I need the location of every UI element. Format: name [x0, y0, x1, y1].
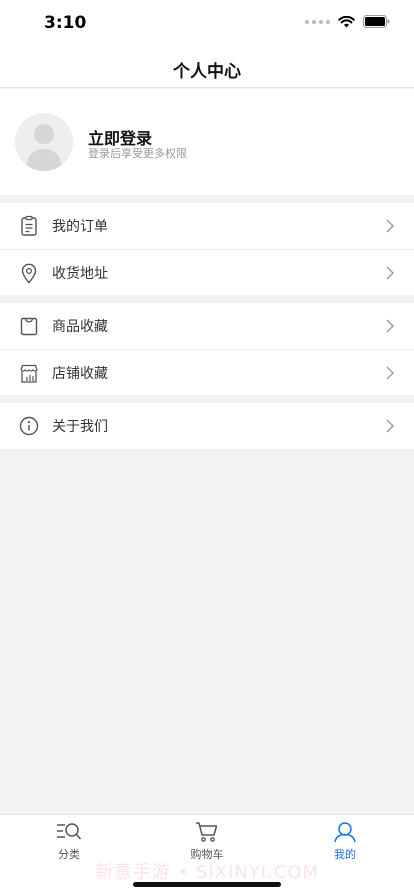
login-header[interactable]: 立即登录 登录后享受更多权限	[0, 89, 414, 195]
menu-item-label: 商品收藏	[52, 319, 108, 335]
tab-mine[interactable]: 我的	[315, 821, 375, 862]
menu-item-label: 收货地址	[52, 265, 108, 282]
menu-item-label: 店铺收藏	[52, 365, 108, 382]
chevron-right-icon	[386, 366, 394, 380]
tab-label: 我的	[334, 848, 356, 861]
store-icon	[20, 364, 38, 383]
status-indicators	[305, 15, 390, 28]
menu-group-about: 关于我们	[0, 403, 414, 449]
menu-item-product-favorites[interactable]: 商品收藏	[0, 303, 414, 349]
status-time: 3:10	[44, 13, 87, 33]
user-icon	[334, 822, 356, 843]
home-indicator[interactable]	[133, 882, 281, 887]
avatar[interactable]	[15, 113, 73, 171]
chevron-right-icon	[386, 419, 394, 433]
menu-item-label: 我的订单	[52, 219, 108, 235]
menu-item-label: 关于我们	[52, 419, 108, 435]
order-list-icon	[21, 215, 37, 236]
battery-icon	[363, 15, 390, 28]
tab-cart[interactable]: 购物车	[177, 821, 237, 862]
chevron-right-icon	[386, 219, 394, 233]
location-pin-icon	[21, 263, 37, 284]
tab-bar: 分类 购物车 我的 新意手游 • SIXINYI.COM	[0, 814, 414, 896]
cart-icon	[196, 822, 218, 842]
default-avatar-icon	[26, 124, 62, 171]
category-search-icon	[57, 823, 82, 840]
chevron-right-icon	[386, 319, 394, 333]
login-subtitle: 登录后享受更多权限	[88, 147, 187, 160]
page-title: 个人中心	[173, 62, 241, 82]
nav-bar: 个人中心	[0, 46, 414, 88]
menu-group-favorites: 商品收藏 店铺收藏	[0, 303, 414, 395]
status-bar: 3:10	[0, 0, 414, 46]
tab-label: 购物车	[190, 848, 224, 861]
chevron-right-icon	[386, 266, 394, 280]
menu-item-my-orders[interactable]: 我的订单	[0, 203, 414, 249]
menu-item-store-favorites[interactable]: 店铺收藏	[0, 349, 414, 395]
info-icon	[19, 416, 39, 436]
cellular-signal-icon	[305, 19, 330, 24]
menu-item-about-us[interactable]: 关于我们	[0, 403, 414, 449]
shopping-bag-icon	[20, 317, 38, 336]
menu-group-orders: 我的订单 收货地址	[0, 203, 414, 295]
tab-label: 分类	[58, 848, 80, 861]
wifi-icon	[338, 15, 355, 27]
menu-item-shipping-address[interactable]: 收货地址	[0, 249, 414, 295]
tab-category[interactable]: 分类	[39, 821, 99, 862]
